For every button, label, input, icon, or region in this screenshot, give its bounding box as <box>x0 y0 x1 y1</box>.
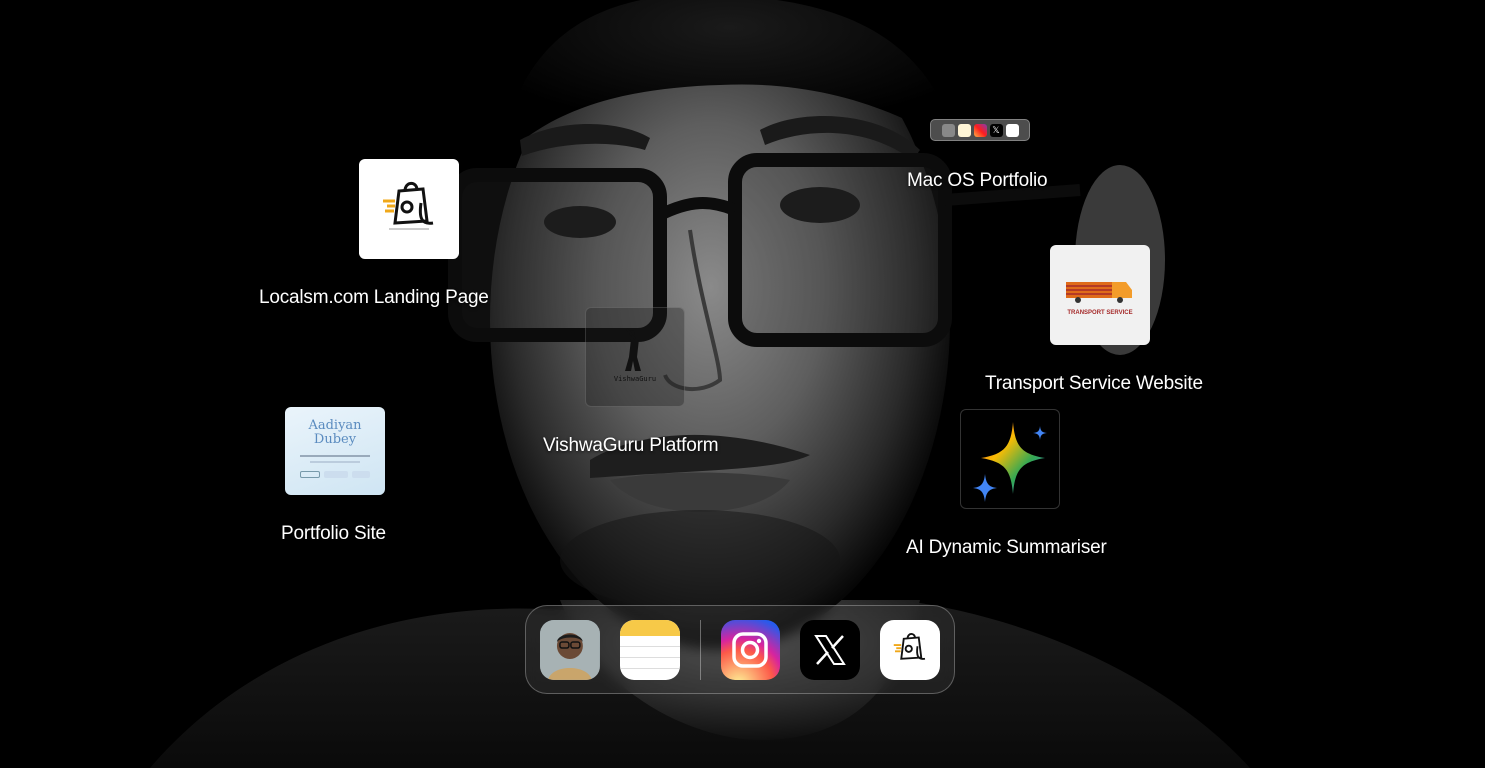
mini-notes-icon <box>957 123 971 137</box>
shortcut-label[interactable]: Transport Service Website <box>985 373 1203 395</box>
truck-logo-icon: TRANSPORT SERVICE <box>1050 245 1150 345</box>
shortcut-label: Localsm.com Landing Page <box>259 287 489 308</box>
mini-x-icon: 𝕏 <box>989 123 1003 137</box>
shortcut-transport[interactable]: TRANSPORT SERVICE <box>1050 245 1150 345</box>
thumbnail-line <box>310 461 360 463</box>
shortcut-localsm[interactable]: Localsm.com Landing Page <box>259 159 489 309</box>
thumbnail-line <box>300 455 370 457</box>
thumbnail-buttons <box>300 471 370 478</box>
mini-photo-icon <box>941 123 955 137</box>
desktop: Localsm.com Landing Page 𝕏 Mac OS Portfo… <box>0 0 1485 768</box>
shortcut-label[interactable]: Portfolio Site <box>281 523 386 545</box>
shortcut-label[interactable]: VishwaGuru Platform <box>543 435 719 457</box>
mini-dock-preview-icon[interactable]: 𝕏 <box>930 119 1030 141</box>
thumbnail-title-line-1: Aadiyan <box>308 418 362 433</box>
vishwaguru-logo-icon[interactable]: VishwaGuru <box>585 307 685 407</box>
instagram-icon[interactable] <box>720 619 781 680</box>
profile-photo-icon[interactable] <box>540 619 600 680</box>
shortcut-label[interactable]: Mac OS Portfolio <box>907 170 1048 192</box>
portfolio-thumbnail-icon[interactable]: Aadiyan Dubey <box>285 407 385 495</box>
vishwaguru-logo-text: VishwaGuru <box>614 375 656 383</box>
dock <box>525 605 955 694</box>
dock-separator <box>699 619 701 680</box>
x-icon[interactable] <box>800 619 861 680</box>
mini-localsm-icon <box>1005 123 1019 137</box>
mini-instagram-icon <box>973 123 987 137</box>
localsm-bag-logo-icon <box>359 159 460 259</box>
notes-icon[interactable] <box>619 619 680 680</box>
thumbnail-title-line-2: Dubey <box>313 432 357 447</box>
shortcut-label[interactable]: AI Dynamic Summariser <box>906 537 1107 559</box>
transport-logo-text: TRANSPORT SERVICE <box>1067 310 1132 316</box>
localsm-bag-icon[interactable] <box>880 619 940 680</box>
gemini-sparkle-icon[interactable] <box>960 409 1060 509</box>
